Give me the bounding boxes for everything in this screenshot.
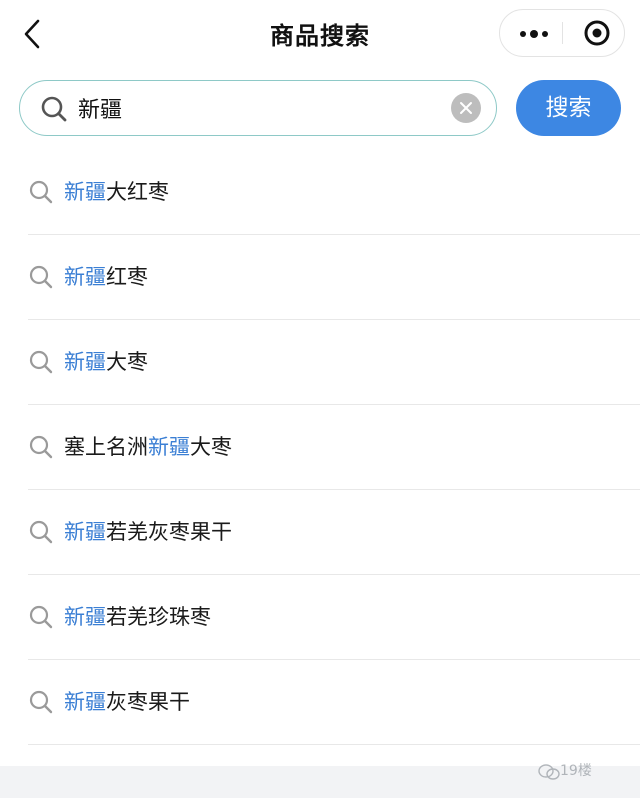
search-icon (29, 350, 53, 374)
suggestion-suffix: 灰枣果干 (106, 690, 190, 714)
search-box (19, 80, 497, 136)
suggestion-highlight: 新疆 (148, 435, 190, 459)
clear-search-button[interactable] (451, 93, 481, 123)
suggestion-item[interactable]: 新疆大红枣 (0, 150, 640, 235)
suggestion-prefix: 塞上名洲 (64, 435, 148, 459)
more-button[interactable] (500, 10, 562, 56)
suggestion-suffix: 大枣 (106, 350, 148, 374)
suggestion-item[interactable]: 新疆若羌珍珠枣 (0, 575, 640, 660)
search-icon (29, 690, 53, 714)
suggestion-suffix: 大红枣 (106, 180, 169, 204)
suggestion-text: 新疆大红枣 (64, 177, 169, 207)
search-icon (41, 96, 67, 122)
search-icon (29, 435, 53, 459)
search-icon (29, 265, 53, 289)
suggestion-suffix: 若羌珍珠枣 (106, 605, 211, 629)
suggestion-highlight: 新疆 (64, 520, 106, 544)
mini-program-capsule (499, 9, 625, 57)
search-icon (29, 520, 53, 544)
search-icon (29, 180, 53, 204)
suggestion-item[interactable]: 新疆大枣 (0, 320, 640, 405)
back-button[interactable] (18, 16, 48, 52)
suggestion-highlight: 新疆 (64, 690, 106, 714)
search-button[interactable]: 搜索 (516, 80, 621, 136)
suggestion-highlight: 新疆 (64, 350, 106, 374)
target-circle-icon (584, 20, 610, 46)
more-dots-icon (520, 31, 526, 37)
suggestion-item[interactable]: 新疆灰枣果干 (0, 660, 640, 745)
suggestion-text: 新疆若羌珍珠枣 (64, 602, 211, 632)
suggestion-text: 新疆若羌灰枣果干 (64, 517, 232, 547)
close-miniprogram-button[interactable] (563, 10, 625, 56)
more-dots-icon-center (530, 30, 538, 38)
suggestion-item[interactable]: 塞上名洲新疆大枣 (0, 405, 640, 490)
suggestion-suffix: 若羌灰枣果干 (106, 520, 232, 544)
suggestion-highlight: 新疆 (64, 265, 106, 289)
suggestion-item[interactable]: 新疆红枣 (0, 235, 640, 320)
suggestion-text: 新疆大枣 (64, 347, 148, 377)
divider (28, 744, 640, 745)
suggestion-suffix: 大枣 (190, 435, 232, 459)
suggestion-suffix: 红枣 (106, 265, 148, 289)
watermark-text: 19楼 (560, 763, 592, 779)
watermark: 19楼 (538, 760, 624, 796)
search-icon (29, 605, 53, 629)
search-input[interactable] (78, 90, 438, 126)
more-dots-icon-right (542, 31, 548, 37)
watermark-logo (538, 764, 560, 780)
suggestion-text: 新疆灰枣果干 (64, 687, 190, 717)
suggestion-text: 新疆红枣 (64, 262, 148, 292)
suggestion-list: 新疆大红枣 新疆红枣 新疆大枣 塞上名洲新疆大枣 新疆若羌灰枣果干 新疆若羌珍珠枣 新疆灰枣… (0, 150, 640, 745)
chevron-left-icon (24, 19, 40, 49)
suggestion-highlight: 新疆 (64, 605, 106, 629)
suggestion-item[interactable]: 新疆若羌灰枣果干 (0, 490, 640, 575)
clear-icon (460, 102, 472, 114)
top-bar: 商品搜索 (0, 0, 640, 70)
suggestion-highlight: 新疆 (64, 180, 106, 204)
suggestion-text: 塞上名洲新疆大枣 (64, 432, 232, 462)
